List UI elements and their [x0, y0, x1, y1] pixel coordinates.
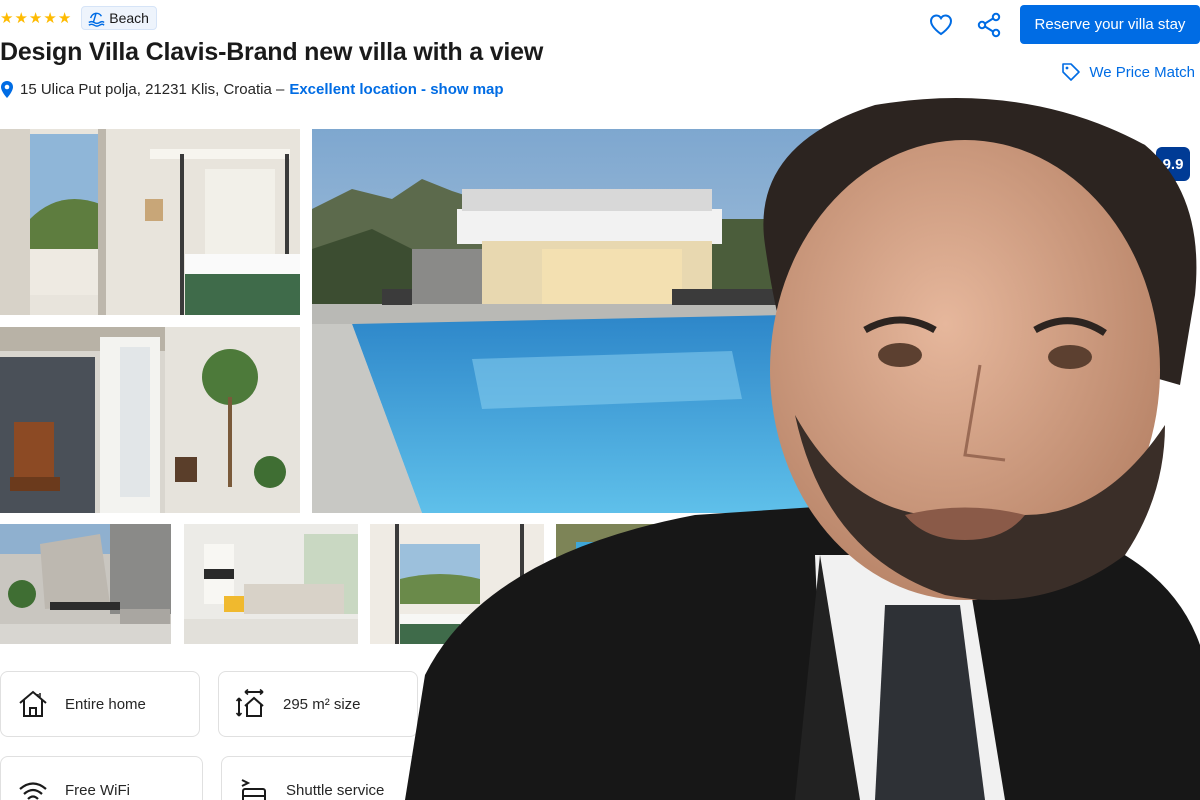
man-portrait-image — [405, 98, 1200, 800]
facility-shuttle: Shuttle service — [221, 756, 421, 800]
facility-label: Shuttle service — [286, 782, 385, 799]
property-meta: ★ ★ ★ ★ ★ Beach — [0, 6, 157, 30]
size-icon — [235, 688, 264, 717]
gallery-photo-bedroom-terrace[interactable] — [0, 129, 300, 315]
facility-label: Free WiFi — [65, 782, 130, 799]
wine-room-image — [0, 327, 300, 513]
star-icon: ★ — [28, 9, 43, 27]
star-icon: ★ — [0, 9, 14, 27]
share-button[interactable] — [972, 8, 1006, 42]
price-tag-icon — [1062, 63, 1081, 81]
star-icon: ★ — [57, 9, 72, 27]
beach-badge: Beach — [81, 6, 157, 30]
reserve-button[interactable]: Reserve your villa stay — [1020, 5, 1200, 44]
beach-icon — [88, 12, 105, 27]
dining-terrace-image — [0, 524, 171, 644]
price-match-link[interactable]: We Price Match — [1061, 62, 1195, 82]
facility-free-wifi: Free WiFi — [0, 756, 203, 800]
property-title: Design Villa Clavis-Brand new villa with… — [0, 38, 544, 66]
address-text: 15 Ulica Put polja, 21231 Klis, Croatia … — [20, 81, 285, 98]
house-icon — [19, 690, 47, 717]
portrait-overlay — [405, 85, 1200, 800]
gallery-photo-dining-terrace[interactable] — [0, 524, 171, 644]
save-favorite-button[interactable] — [924, 8, 958, 42]
location-pin-icon — [1, 81, 13, 98]
top-actions: Reserve your villa stay — [924, 5, 1200, 44]
facility-label: 295 m² size — [283, 695, 361, 713]
facility-size: 295 m² size — [218, 671, 418, 737]
gallery-photo-living-room[interactable] — [184, 524, 358, 644]
heart-icon — [929, 13, 953, 35]
price-match-label: We Price Match — [1089, 63, 1195, 81]
shuttle-icon — [241, 779, 266, 800]
bedroom-terrace-image — [0, 129, 300, 315]
facility-entire-home: Entire home — [0, 671, 200, 737]
star-icon: ★ — [14, 9, 28, 27]
beach-badge-label: Beach — [109, 10, 149, 26]
share-icon — [977, 12, 1001, 37]
facility-label: Entire home — [65, 695, 146, 713]
wifi-icon — [19, 782, 47, 800]
living-room-image — [184, 524, 358, 644]
gallery-photo-wine-room[interactable] — [0, 327, 300, 513]
star-rating: ★ ★ ★ ★ ★ — [0, 11, 71, 26]
star-icon: ★ — [43, 9, 57, 27]
